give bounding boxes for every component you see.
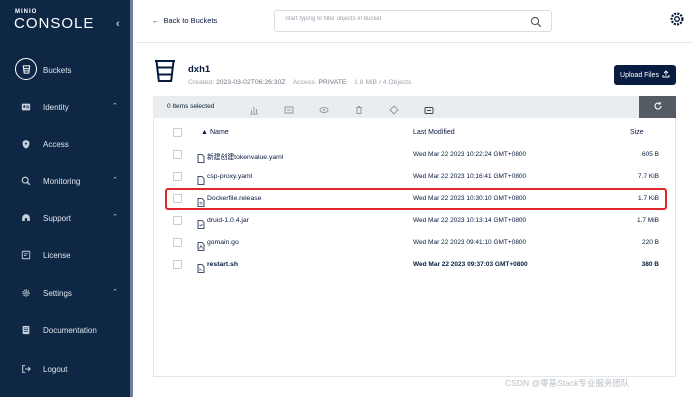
file-modified: Wed Mar 22 2023 09:37:03 GMT+0800 bbox=[413, 261, 528, 268]
back-label: Back to Buckets bbox=[163, 16, 218, 25]
document-icon bbox=[20, 324, 32, 336]
search-icon[interactable] bbox=[530, 15, 542, 33]
file-icon bbox=[197, 260, 205, 278]
sidebar-item-documentation[interactable]: Documentation bbox=[0, 316, 130, 346]
row-checkbox[interactable] bbox=[173, 150, 182, 159]
folder-icon[interactable] bbox=[424, 102, 434, 114]
file-name: csp-proxy.yaml bbox=[207, 173, 253, 180]
selected-count: 0 Items selected bbox=[167, 103, 215, 110]
table-row[interactable]: 新建创建tokenvalue.yaml Wed Mar 22 2023 10:2… bbox=[154, 144, 675, 166]
sidebar-item-label: Buckets bbox=[43, 66, 72, 75]
file-modified: Wed Mar 22 2023 10:16:41 GMT+0800 bbox=[413, 173, 527, 180]
sidebar-item-label: Monitoring bbox=[43, 177, 81, 186]
search-box bbox=[274, 10, 552, 32]
identity-icon bbox=[20, 101, 32, 113]
bucket-meta: Created: 2023-03-02T06:26:30Z Access: PR… bbox=[188, 79, 411, 86]
row-checkbox[interactable] bbox=[173, 260, 182, 269]
logout-icon bbox=[20, 363, 32, 375]
gear-icon bbox=[20, 287, 32, 299]
collapse-sidebar-icon[interactable]: ‹ bbox=[116, 18, 120, 30]
highlight-annotation bbox=[165, 188, 667, 210]
column-header-name[interactable]: Name bbox=[210, 129, 229, 136]
lock-icon bbox=[20, 138, 32, 150]
chevron-up-icon: ⌃ bbox=[112, 177, 118, 184]
file-size: 1.7 MiB bbox=[636, 217, 659, 224]
file-size: 7.7 KiB bbox=[638, 173, 659, 180]
file-name: 新建创建tokenvalue.yaml bbox=[207, 154, 284, 161]
created-value: 2023-03-02T06:26:30Z bbox=[215, 79, 286, 86]
monitoring-icon bbox=[20, 175, 32, 187]
object-toolbar: 0 Items selected bbox=[153, 96, 676, 118]
sidebar: MINIO CONSOLE ‹ Buckets Identity ⌃ Acces… bbox=[0, 0, 133, 397]
sort-asc-icon[interactable]: ▲ bbox=[201, 129, 208, 136]
sidebar-item-label: Support bbox=[43, 214, 72, 223]
sidebar-item-monitoring[interactable]: Monitoring ⌃ bbox=[0, 167, 130, 197]
sidebar-item-label: Documentation bbox=[43, 326, 97, 335]
license-icon bbox=[20, 249, 32, 261]
table-row[interactable]: csp-proxy.yaml Wed Mar 22 2023 10:16:41 … bbox=[154, 166, 675, 188]
file-size: 380 B bbox=[641, 261, 659, 268]
sidebar-item-access[interactable]: Access bbox=[0, 130, 130, 160]
sidebar-item-license[interactable]: License bbox=[0, 241, 130, 271]
tag-icon[interactable] bbox=[389, 102, 399, 115]
bucket-stats: 1.8 MiB / 4 Objects bbox=[354, 79, 412, 86]
created-label: Created: bbox=[188, 79, 215, 86]
refresh-icon bbox=[653, 98, 663, 116]
row-checkbox[interactable] bbox=[173, 238, 182, 247]
access-value: PRIVATE bbox=[318, 79, 347, 86]
upload-files-button[interactable]: Upload Files bbox=[614, 65, 676, 85]
select-all-checkbox[interactable] bbox=[173, 128, 182, 137]
bucket-icon bbox=[153, 58, 177, 89]
bucket-icon bbox=[15, 58, 37, 80]
arrow-left-icon: ← bbox=[152, 16, 160, 25]
sidebar-item-settings[interactable]: Settings ⌃ bbox=[0, 279, 130, 309]
chart-icon[interactable] bbox=[249, 102, 259, 115]
watermark: CSDN @零基Stack专业服务团队 bbox=[505, 378, 630, 388]
sidebar-item-buckets[interactable]: Buckets bbox=[0, 56, 130, 86]
delete-icon[interactable] bbox=[354, 102, 364, 114]
file-name: gomain.go bbox=[207, 239, 239, 246]
file-name: restart.sh bbox=[207, 261, 238, 268]
logo-name: CONSOLE bbox=[14, 15, 95, 32]
file-name: druid-1.0.4.jar bbox=[207, 217, 249, 224]
file-modified: Wed Mar 22 2023 09:41:10 GMT+0800 bbox=[413, 239, 527, 246]
upload-label: Upload Files bbox=[620, 71, 659, 79]
share-icon[interactable] bbox=[284, 102, 294, 114]
back-to-buckets-link[interactable]: ← Back to Buckets bbox=[152, 16, 217, 25]
objects-table: ▲ Name Last Modified Size 新建创建tokenvalue… bbox=[153, 118, 676, 377]
access-label: Access: bbox=[292, 79, 317, 86]
file-size: 605 B bbox=[642, 151, 659, 158]
support-icon bbox=[20, 212, 32, 224]
gear-icon[interactable] bbox=[669, 11, 685, 32]
sidebar-item-logout[interactable]: Logout bbox=[0, 355, 130, 385]
topbar: ← Back to Buckets bbox=[136, 0, 693, 43]
sidebar-item-label: Logout bbox=[43, 365, 68, 374]
table-row[interactable]: druid-1.0.4.jar Wed Mar 22 2023 10:13:14… bbox=[154, 210, 675, 232]
sidebar-item-identity[interactable]: Identity ⌃ bbox=[0, 93, 130, 123]
file-size: 220 B bbox=[642, 239, 659, 246]
row-checkbox[interactable] bbox=[173, 172, 182, 181]
row-checkbox[interactable] bbox=[173, 216, 182, 225]
file-modified: Wed Mar 22 2023 10:13:14 GMT+0800 bbox=[413, 217, 527, 224]
sidebar-item-label: Settings bbox=[43, 289, 72, 298]
search-input[interactable] bbox=[285, 16, 515, 22]
column-header-size[interactable]: Size bbox=[630, 129, 644, 136]
chevron-up-icon: ⌃ bbox=[112, 103, 118, 110]
table-row[interactable]: gomain.go Wed Mar 22 2023 09:41:10 GMT+0… bbox=[154, 232, 675, 254]
chevron-up-icon: ⌃ bbox=[112, 214, 118, 221]
column-header-last-modified[interactable]: Last Modified bbox=[413, 129, 455, 136]
upload-icon bbox=[662, 70, 670, 80]
refresh-button[interactable] bbox=[639, 96, 676, 118]
preview-icon[interactable] bbox=[319, 102, 329, 113]
sidebar-item-label: License bbox=[43, 251, 71, 260]
bucket-header: dxh1 Created: 2023-03-02T06:26:30Z Acces… bbox=[153, 55, 676, 93]
sidebar-item-support[interactable]: Support ⌃ bbox=[0, 204, 130, 234]
bucket-name: dxh1 bbox=[188, 64, 211, 75]
sidebar-item-label: Identity bbox=[43, 103, 69, 112]
chevron-up-icon: ⌃ bbox=[112, 289, 118, 296]
table-row[interactable]: restart.sh Wed Mar 22 2023 09:37:03 GMT+… bbox=[154, 254, 675, 276]
minio-logo: MINIO CONSOLE bbox=[14, 9, 94, 31]
file-modified: Wed Mar 22 2023 10:22:24 GMT+0800 bbox=[413, 151, 527, 158]
sidebar-item-label: Access bbox=[43, 140, 69, 149]
